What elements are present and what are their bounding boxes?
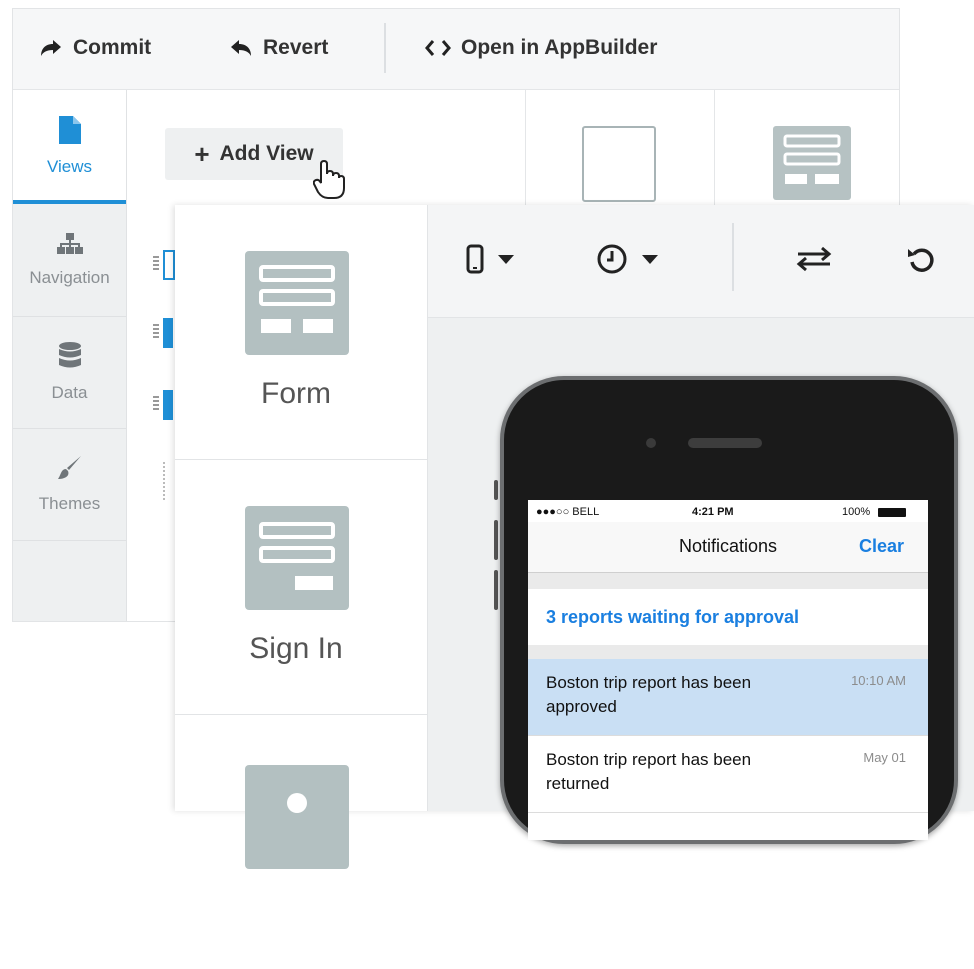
view-row-marker[interactable] (163, 250, 175, 280)
template-item-about[interactable] (175, 715, 427, 969)
code-icon (425, 38, 451, 58)
sidebar-item-label: Navigation (29, 267, 110, 287)
open-in-appbuilder-label: Open in AppBuilder (461, 36, 658, 59)
section-gap (528, 645, 928, 659)
toolbar-divider (384, 23, 386, 73)
template-item-form[interactable]: Form (175, 205, 427, 460)
phone-screen: ●●●○○ BELL 4:21 PM 100% Notifications Cl… (528, 500, 928, 840)
sitemap-icon (56, 232, 83, 260)
template-item-sign-in[interactable]: Sign In (175, 460, 427, 715)
section-gap (528, 573, 928, 589)
history-select-button[interactable] (596, 243, 658, 279)
commit-button[interactable]: Commit (39, 33, 151, 63)
clock-text: 4:21 PM (692, 506, 734, 518)
pending-reports-link[interactable]: 3 reports waiting for approval (528, 589, 928, 645)
carrier-text: ●●●○○ BELL (536, 506, 600, 518)
notification-row[interactable]: Boston trip report has been returned May… (528, 736, 928, 813)
sign-in-template-icon (245, 506, 349, 610)
ios-status-bar: ●●●○○ BELL 4:21 PM 100% (528, 500, 928, 522)
sidebar-item-views[interactable]: Views (13, 90, 126, 203)
refresh-button[interactable] (906, 243, 936, 279)
notification-row[interactable]: Boston trip report has been approved 10:… (528, 659, 928, 736)
blank-template-icon (582, 126, 656, 202)
phone-mute-switch (494, 480, 498, 500)
plus-icon: + (194, 139, 210, 169)
rotate-device-button[interactable] (796, 243, 832, 279)
phone-volume-button (494, 570, 498, 610)
refresh-icon (906, 244, 936, 279)
phone-camera (646, 438, 656, 448)
drag-handle[interactable] (153, 324, 159, 340)
phone-mockup: ●●●○○ BELL 4:21 PM 100% Notifications Cl… (500, 376, 958, 844)
file-icon (58, 115, 81, 149)
phone-speaker (688, 438, 762, 448)
form-template-thumb[interactable] (715, 90, 899, 208)
sidebar-item-navigation[interactable]: Navigation (13, 204, 126, 317)
notification-text: Boston trip report has been returned (546, 750, 752, 793)
revert-label: Revert (263, 36, 329, 59)
brush-icon (57, 455, 83, 486)
hand-cursor-icon (312, 159, 345, 205)
about-template-icon (245, 765, 349, 869)
form-template-icon (245, 251, 349, 355)
pending-reports-text: 3 reports waiting for approval (546, 607, 800, 627)
phone-volume-button (494, 520, 498, 560)
notification-time: May 01 (863, 750, 906, 765)
reply-arrow-icon (229, 38, 253, 58)
add-view-label: Add View (219, 142, 314, 165)
template-label: Sign In (249, 632, 343, 665)
ios-nav-bar: Notifications Clear (528, 522, 928, 573)
notification-time: 10:10 AM (851, 673, 906, 688)
view-row-marker[interactable] (163, 318, 173, 348)
share-arrow-icon (39, 38, 63, 58)
view-row-marker[interactable] (163, 390, 173, 420)
sidebar-item-data[interactable]: Data (13, 316, 126, 429)
editor-toolbar: Commit Revert Open in AppBuilder (13, 9, 899, 90)
sidebar-item-label: Views (46, 156, 93, 176)
template-list: Form Sign In (175, 205, 428, 869)
device-select-button[interactable] (466, 243, 514, 279)
toolbar-divider (732, 223, 734, 291)
template-label: Form (261, 377, 331, 410)
swap-icon (796, 245, 832, 278)
sidebar-item-label: Themes (38, 493, 101, 513)
clock-icon (596, 243, 628, 280)
battery-icon (878, 508, 906, 517)
revert-button[interactable]: Revert (229, 33, 328, 63)
database-icon (58, 341, 81, 375)
battery-text: 100% (842, 506, 871, 518)
sidebar-item-themes[interactable]: Themes (13, 428, 126, 541)
clear-button[interactable]: Clear (859, 536, 904, 557)
sidebar-item-label: Data (51, 382, 88, 402)
chevron-down-icon (498, 252, 514, 270)
drag-handle[interactable] (153, 256, 159, 272)
drag-handle[interactable] (153, 396, 159, 412)
notification-text: Boston trip report has been approved (546, 673, 752, 716)
blank-template-thumb[interactable] (526, 90, 715, 208)
chevron-down-icon (642, 252, 658, 270)
commit-label: Commit (73, 36, 152, 59)
preview-toolbar (428, 205, 974, 318)
form-template-icon (773, 126, 851, 200)
sidebar: Views Navigation Data Themes (13, 90, 127, 621)
open-in-appbuilder-button[interactable]: Open in AppBuilder (425, 33, 657, 63)
phone-icon (466, 244, 484, 279)
